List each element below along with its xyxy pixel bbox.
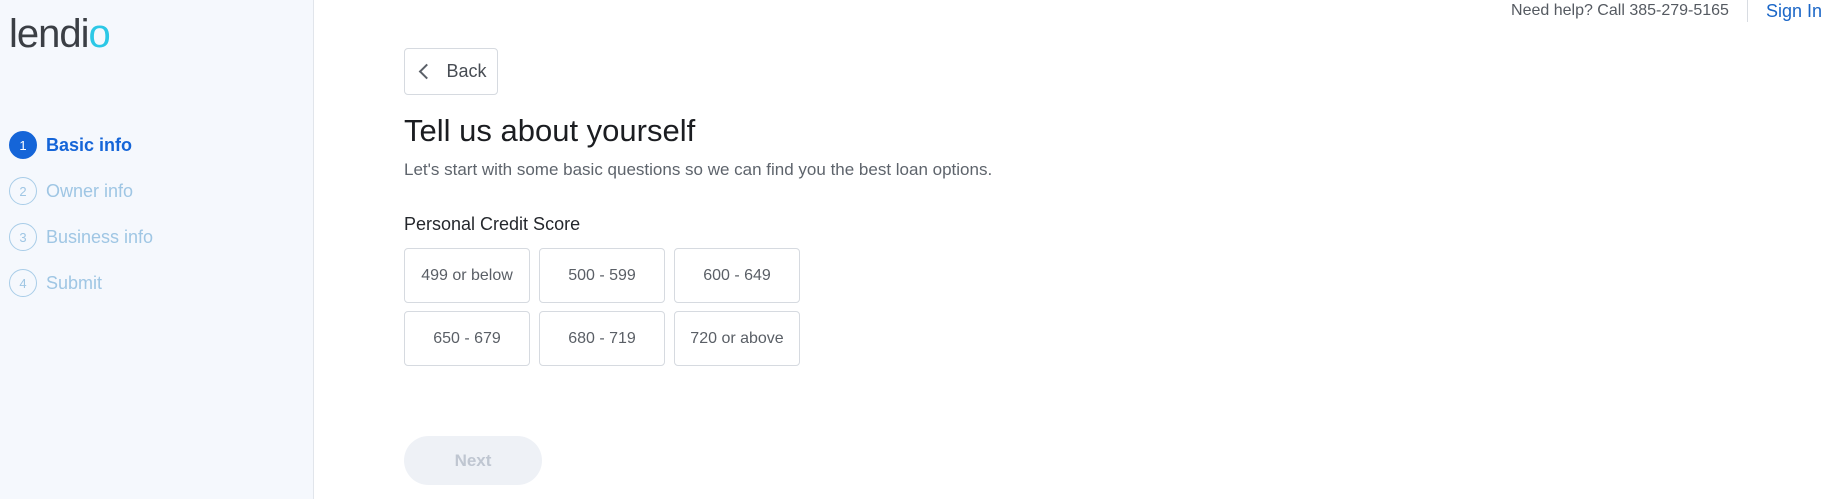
step-label: Basic info (46, 134, 133, 155)
credit-score-option-600-649[interactable]: 600 - 649 (674, 248, 800, 303)
step-submit[interactable]: 4 Submit (9, 260, 153, 306)
chevron-left-icon (419, 63, 435, 80)
logo-text: lendi (9, 12, 90, 56)
lendio-logo[interactable]: lendi o (9, 12, 111, 57)
step-label: Owner info (46, 180, 134, 201)
step-label: Business info (46, 226, 154, 247)
help-phone-text: Need help? Call 385-279-5165 (1511, 0, 1748, 22)
credit-score-option-650-679[interactable]: 650 - 679 (404, 311, 530, 366)
credit-score-option-720-or-above[interactable]: 720 or above (674, 311, 800, 366)
back-button-label: Back (446, 61, 487, 81)
progress-steps: 1 Basic info 2 Owner info 3 Business inf… (9, 122, 153, 306)
step-basic-info[interactable]: 1 Basic info (9, 122, 153, 168)
page-subtitle: Let's start with some basic questions so… (404, 160, 993, 179)
step-number-badge: 3 (9, 223, 37, 251)
sign-in-link[interactable]: Sign In (1748, 1, 1822, 22)
step-number-badge: 2 (9, 177, 37, 205)
back-button[interactable]: Back (404, 48, 498, 95)
step-owner-info[interactable]: 2 Owner info (9, 168, 153, 214)
credit-score-option-500-599[interactable]: 500 - 599 (539, 248, 665, 303)
credit-score-option-499-or-below[interactable]: 499 or below (404, 248, 530, 303)
page-title: Tell us about yourself (404, 113, 696, 148)
main-content: Back Tell us about yourself Let's start … (404, 48, 992, 366)
next-button[interactable]: Next (404, 436, 542, 485)
sidebar: lendi o 1 Basic info 2 Owner info 3 Busin… (0, 0, 314, 499)
step-label: Submit (46, 272, 103, 293)
step-business-info[interactable]: 3 Business info (9, 214, 153, 260)
credit-score-option-680-719[interactable]: 680 - 719 (539, 311, 665, 366)
top-bar: Need help? Call 385-279-5165 Sign In (1511, 0, 1822, 22)
logo-accent-letter: o (88, 12, 111, 56)
credit-score-options: 499 or below 500 - 599 600 - 649 650 - 6… (404, 248, 992, 366)
step-number-badge: 1 (9, 131, 37, 159)
credit-score-question-label: Personal Credit Score (404, 214, 581, 234)
step-number-badge: 4 (9, 269, 37, 297)
